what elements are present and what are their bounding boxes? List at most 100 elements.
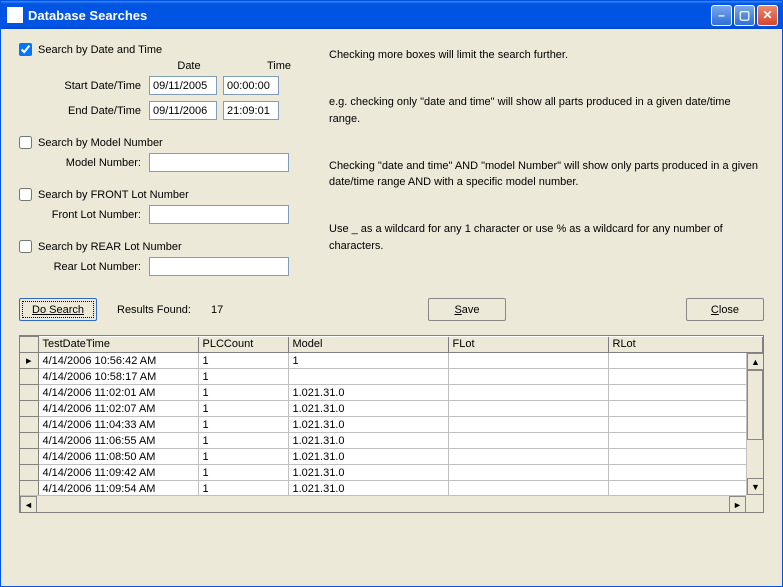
row-selector[interactable] xyxy=(20,465,38,481)
start-date-input[interactable] xyxy=(149,76,217,95)
help-line-1: Checking more boxes will limit the searc… xyxy=(329,47,764,64)
cell-rlot[interactable] xyxy=(608,465,763,481)
column-header-plccount[interactable]: PLCCount xyxy=(198,337,288,353)
scroll-down-icon[interactable]: ▼ xyxy=(747,478,764,495)
search-by-front-lot-label: Search by FRONT Lot Number xyxy=(38,189,189,201)
cell-rlot[interactable] xyxy=(608,433,763,449)
column-header-model[interactable]: Model xyxy=(288,337,448,353)
model-number-input[interactable] xyxy=(149,153,289,172)
search-by-rear-lot-label: Search by REAR Lot Number xyxy=(38,241,182,253)
cell-rlot[interactable] xyxy=(608,417,763,433)
cell-testdatetime[interactable]: 4/14/2006 10:58:17 AM xyxy=(38,369,198,385)
date-time-section: Search by Date and Time Date Time Start … xyxy=(19,43,309,120)
row-selector[interactable] xyxy=(20,417,38,433)
table-row[interactable]: 4/14/2006 11:02:01 AM11.021.31.0 xyxy=(20,385,763,401)
cell-plccount[interactable]: 1 xyxy=(198,449,288,465)
search-by-model-label: Search by Model Number xyxy=(38,137,163,149)
cell-rlot[interactable] xyxy=(608,385,763,401)
start-date-label: Start Date/Time xyxy=(19,80,149,92)
row-selector[interactable] xyxy=(20,433,38,449)
help-text: Checking more boxes will limit the searc… xyxy=(329,43,764,292)
end-date-input[interactable] xyxy=(149,101,217,120)
row-selector[interactable] xyxy=(20,369,38,385)
column-header-flot[interactable]: FLot xyxy=(448,337,608,353)
cell-model[interactable]: 1 xyxy=(288,353,448,369)
cell-model[interactable]: 1.021.31.0 xyxy=(288,433,448,449)
maximize-button[interactable]: ▢ xyxy=(734,5,755,26)
cell-model[interactable]: 1.021.31.0 xyxy=(288,465,448,481)
cell-model[interactable] xyxy=(288,369,448,385)
cell-testdatetime[interactable]: 4/14/2006 10:56:42 AM xyxy=(38,353,198,369)
search-by-front-lot-checkbox[interactable] xyxy=(19,188,32,201)
scroll-corner xyxy=(746,495,763,512)
row-selector[interactable] xyxy=(20,401,38,417)
table-row[interactable]: 4/14/2006 11:09:42 AM11.021.31.0 xyxy=(20,465,763,481)
table-row[interactable]: 4/14/2006 10:58:17 AM1 xyxy=(20,369,763,385)
table-row[interactable]: ▸4/14/2006 10:56:42 AM11 xyxy=(20,353,763,369)
search-by-date-checkbox[interactable] xyxy=(19,43,32,56)
rear-lot-label: Rear Lot Number: xyxy=(19,261,149,273)
end-date-label: End Date/Time xyxy=(19,105,149,117)
column-header-rlot[interactable]: RLot xyxy=(608,337,763,353)
cell-model[interactable]: 1.021.31.0 xyxy=(288,449,448,465)
table-row[interactable]: 4/14/2006 11:08:50 AM11.021.31.0 xyxy=(20,449,763,465)
cell-testdatetime[interactable]: 4/14/2006 11:06:55 AM xyxy=(38,433,198,449)
close-window-button[interactable]: ✕ xyxy=(757,5,778,26)
scroll-right-icon[interactable]: ► xyxy=(729,496,746,513)
cell-model[interactable]: 1.021.31.0 xyxy=(288,385,448,401)
cell-model[interactable]: 1.021.31.0 xyxy=(288,417,448,433)
cell-testdatetime[interactable]: 4/14/2006 11:02:07 AM xyxy=(38,401,198,417)
table-row[interactable]: 4/14/2006 11:04:33 AM11.021.31.0 xyxy=(20,417,763,433)
minimize-button[interactable]: – xyxy=(711,5,732,26)
cell-testdatetime[interactable]: 4/14/2006 11:02:01 AM xyxy=(38,385,198,401)
cell-plccount[interactable]: 1 xyxy=(198,433,288,449)
rear-lot-input[interactable] xyxy=(149,257,289,276)
cell-testdatetime[interactable]: 4/14/2006 11:09:42 AM xyxy=(38,465,198,481)
help-line-4: Use _ as a wildcard for any 1 character … xyxy=(329,221,764,254)
do-search-button[interactable]: Do Search xyxy=(19,298,97,321)
search-by-rear-lot-checkbox[interactable] xyxy=(19,240,32,253)
cell-plccount[interactable]: 1 xyxy=(198,385,288,401)
cell-flot[interactable] xyxy=(448,449,608,465)
close-button[interactable]: Close xyxy=(686,298,764,321)
cell-rlot[interactable] xyxy=(608,353,763,369)
column-header-testdatetime[interactable]: TestDateTime xyxy=(38,337,198,353)
cell-flot[interactable] xyxy=(448,401,608,417)
scroll-up-icon[interactable]: ▲ xyxy=(747,353,764,370)
save-button[interactable]: Save xyxy=(428,298,506,321)
table-row[interactable]: 4/14/2006 11:02:07 AM11.021.31.0 xyxy=(20,401,763,417)
cell-plccount[interactable]: 1 xyxy=(198,353,288,369)
scroll-left-icon[interactable]: ◄ xyxy=(20,496,37,513)
table-row[interactable]: 4/14/2006 11:06:55 AM11.021.31.0 xyxy=(20,433,763,449)
row-selector[interactable] xyxy=(20,385,38,401)
cell-testdatetime[interactable]: 4/14/2006 11:08:50 AM xyxy=(38,449,198,465)
start-time-input[interactable] xyxy=(223,76,279,95)
cell-plccount[interactable]: 1 xyxy=(198,369,288,385)
cell-model[interactable]: 1.021.31.0 xyxy=(288,401,448,417)
cell-rlot[interactable] xyxy=(608,401,763,417)
rear-lot-section: Search by REAR Lot Number Rear Lot Numbe… xyxy=(19,240,309,276)
cell-flot[interactable] xyxy=(448,385,608,401)
row-selector[interactable] xyxy=(20,449,38,465)
row-selector[interactable]: ▸ xyxy=(20,353,38,369)
cell-flot[interactable] xyxy=(448,417,608,433)
cell-plccount[interactable]: 1 xyxy=(198,401,288,417)
search-by-model-checkbox[interactable] xyxy=(19,136,32,149)
vertical-scrollbar[interactable]: ▲ ▼ xyxy=(746,353,763,495)
cell-plccount[interactable]: 1 xyxy=(198,417,288,433)
cell-flot[interactable] xyxy=(448,465,608,481)
cell-rlot[interactable] xyxy=(608,369,763,385)
cell-flot[interactable] xyxy=(448,353,608,369)
model-number-label: Model Number: xyxy=(19,157,149,169)
end-time-input[interactable] xyxy=(223,101,279,120)
cell-plccount[interactable]: 1 xyxy=(198,465,288,481)
cell-flot[interactable] xyxy=(448,433,608,449)
action-row: Do Search Results Found: 17 Save Close xyxy=(19,292,764,335)
cell-testdatetime[interactable]: 4/14/2006 11:04:33 AM xyxy=(38,417,198,433)
results-grid[interactable]: TestDateTimePLCCountModelFLotRLot ▸4/14/… xyxy=(19,335,764,513)
horizontal-scrollbar[interactable]: ◄ ► xyxy=(20,495,746,512)
front-lot-input[interactable] xyxy=(149,205,289,224)
scroll-thumb[interactable] xyxy=(747,370,763,440)
cell-rlot[interactable] xyxy=(608,449,763,465)
cell-flot[interactable] xyxy=(448,369,608,385)
